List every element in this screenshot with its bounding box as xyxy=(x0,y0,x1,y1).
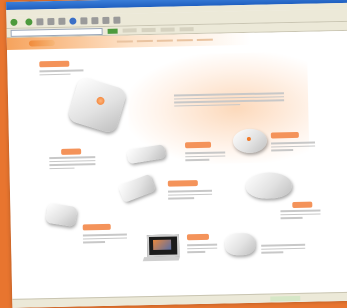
home-icon[interactable] xyxy=(58,17,66,25)
product-text xyxy=(261,243,306,255)
stop-icon[interactable] xyxy=(36,17,44,25)
link-chip[interactable] xyxy=(141,27,156,33)
address-input[interactable] xyxy=(10,27,103,37)
product-text xyxy=(185,151,226,162)
nav-link[interactable] xyxy=(176,39,193,42)
product-label-tab xyxy=(292,201,313,209)
main-cube-device-image[interactable] xyxy=(66,75,128,135)
dome-device-image[interactable] xyxy=(245,172,293,200)
history-icon[interactable] xyxy=(91,16,99,24)
nav-link[interactable] xyxy=(136,39,153,43)
product-text xyxy=(49,156,96,171)
product-label-tab xyxy=(184,141,212,149)
feature-text xyxy=(39,69,84,77)
security-zone-indicator xyxy=(270,295,301,302)
back-arrow-icon[interactable] xyxy=(10,18,18,26)
site-logo[interactable] xyxy=(28,39,55,47)
link-chip[interactable] xyxy=(179,27,194,32)
nav-link[interactable] xyxy=(116,40,133,43)
browser-window xyxy=(6,0,347,308)
stick-device-image[interactable] xyxy=(117,173,157,203)
link-chip[interactable] xyxy=(122,28,137,33)
product-text xyxy=(271,141,316,153)
laptop-base xyxy=(142,256,181,262)
product-text xyxy=(280,209,321,220)
feature-label-tab xyxy=(39,60,70,68)
web-page-content xyxy=(6,30,347,308)
product-label-tab xyxy=(61,148,82,155)
print-icon[interactable] xyxy=(113,16,121,24)
product-text xyxy=(82,233,127,245)
product-label-tab xyxy=(186,233,210,241)
product-text xyxy=(167,189,213,201)
go-arrow-icon[interactable] xyxy=(107,28,118,34)
product-label-tab xyxy=(167,180,198,187)
favorites-icon[interactable] xyxy=(80,16,88,24)
intro-paragraph xyxy=(173,92,285,108)
search-icon[interactable] xyxy=(69,17,77,25)
product-text xyxy=(187,243,218,255)
laptop-device-image[interactable] xyxy=(146,234,180,258)
nav-link[interactable] xyxy=(196,38,213,42)
product-label-tab xyxy=(82,223,111,231)
hub-device-image[interactable] xyxy=(224,232,256,256)
small-cube-device-image[interactable] xyxy=(45,202,78,228)
link-chip[interactable] xyxy=(160,27,175,32)
nav-link[interactable] xyxy=(156,39,173,42)
product-label-tab xyxy=(270,131,299,139)
forward-arrow-icon[interactable] xyxy=(25,17,33,26)
mail-icon[interactable] xyxy=(102,16,110,24)
refresh-icon[interactable] xyxy=(47,17,55,25)
